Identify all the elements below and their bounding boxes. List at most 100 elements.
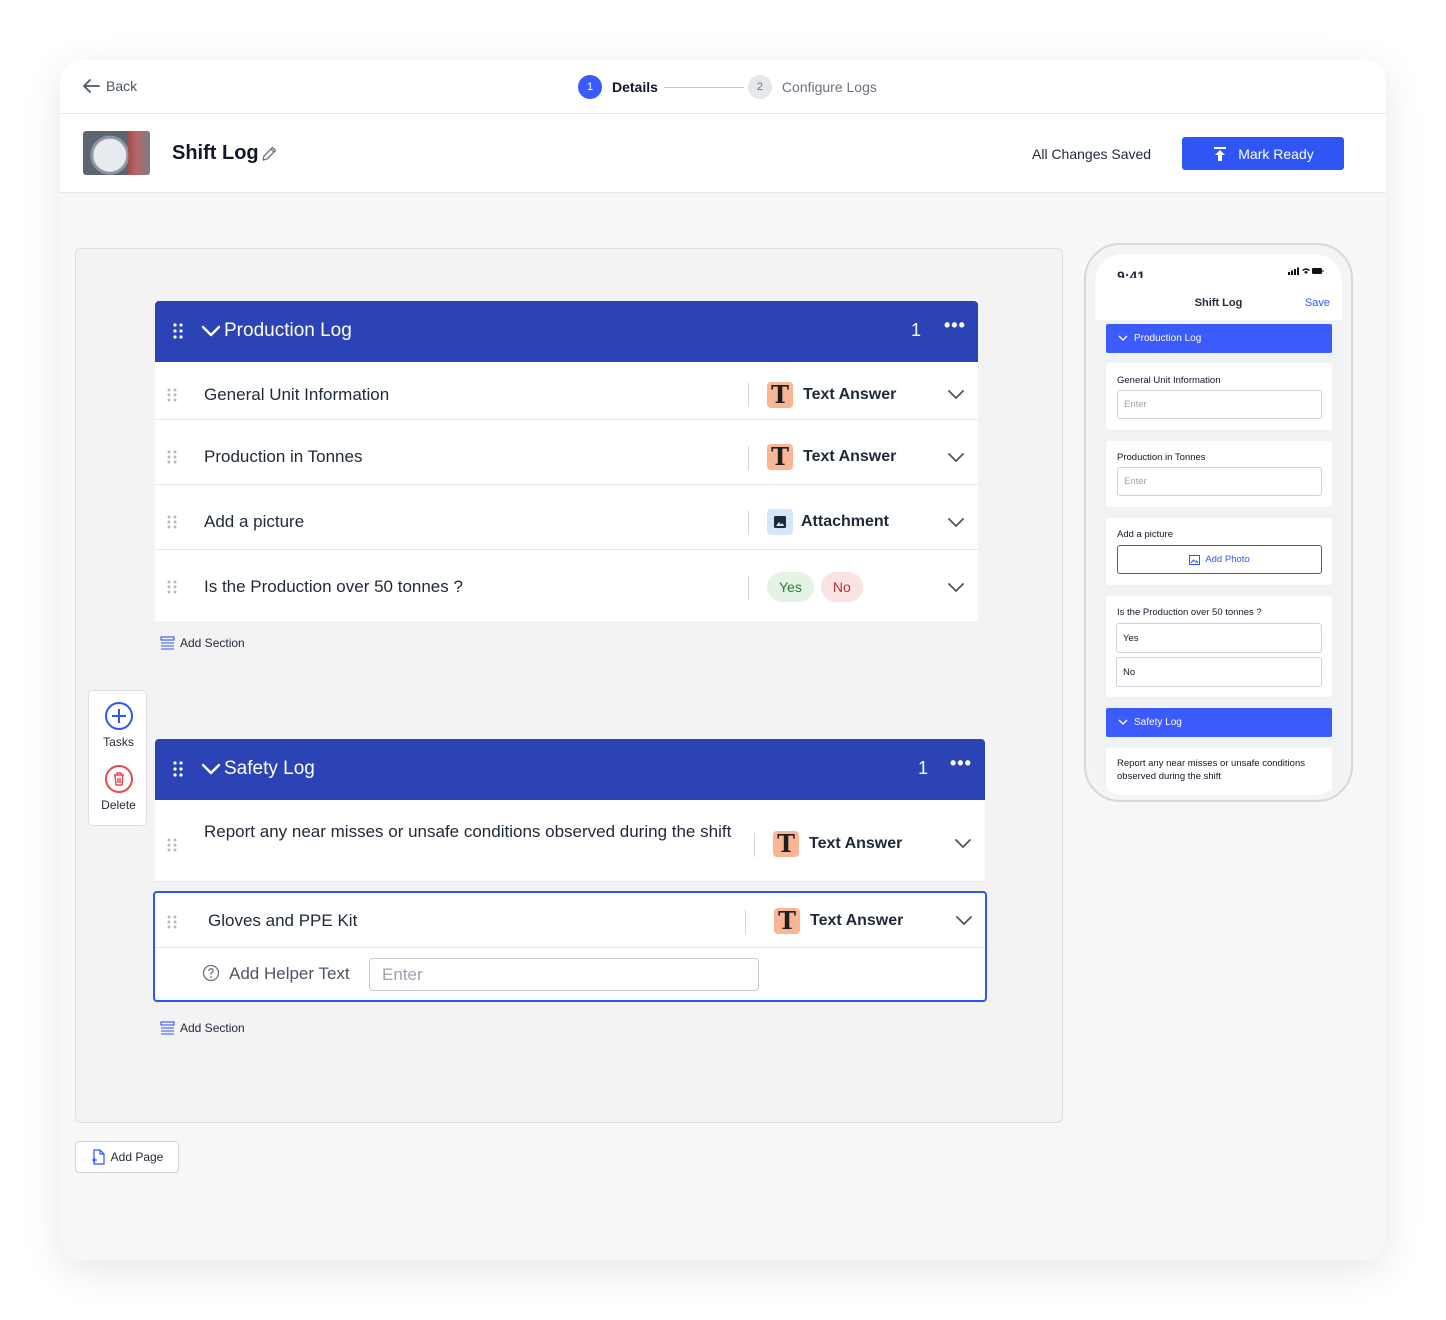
response-type-select[interactable]: T Text Answer — [774, 908, 903, 934]
divider — [748, 383, 749, 407]
save-status: All Changes Saved — [1032, 146, 1152, 162]
mobile-add-photo-label: Add Photo — [1205, 554, 1250, 565]
add-page-button[interactable]: Add Page — [75, 1141, 179, 1173]
helper-text-input[interactable]: Enter — [369, 958, 759, 991]
option-yes[interactable]: Yes — [767, 572, 814, 602]
response-type-label: Text Answer — [809, 835, 903, 852]
question-text[interactable]: Gloves and PPE Kit — [208, 909, 357, 933]
add-section-button[interactable]: Add Section — [160, 636, 245, 650]
chevron-down-icon[interactable] — [201, 325, 221, 338]
status-icons — [1288, 267, 1324, 275]
section-safety-log: Safety Log 1 ••• Report any near misses … — [153, 739, 987, 1003]
text-answer-icon: T — [767, 382, 793, 408]
mobile-section-safety-log[interactable]: Safety Log — [1106, 708, 1332, 737]
drag-handle-icon[interactable] — [167, 515, 177, 529]
mark-ready-label: Mark Ready — [1238, 145, 1314, 162]
chevron-down-icon — [1118, 335, 1128, 341]
section-header[interactable]: Production Log 1 ••• — [155, 301, 978, 362]
drag-handle-icon[interactable] — [167, 915, 177, 929]
chevron-down-icon[interactable] — [956, 916, 972, 926]
top-bar: Back 1 Details 2 Configure Logs — [60, 60, 1386, 114]
arrow-left-icon — [83, 79, 100, 93]
step-2-number[interactable]: 2 — [747, 75, 772, 99]
divider — [155, 947, 985, 948]
section-count: 1 — [911, 320, 922, 340]
delete-button[interactable]: Delete — [89, 764, 148, 812]
chevron-down-icon[interactable] — [201, 763, 221, 776]
section-count: 1 — [918, 758, 929, 778]
mobile-option-no[interactable]: No — [1116, 657, 1322, 687]
question-text[interactable]: Report any near misses or unsafe conditi… — [204, 820, 744, 844]
trash-icon — [104, 765, 133, 793]
tasks-button[interactable]: Tasks — [89, 701, 148, 749]
question-text[interactable]: General Unit Information — [204, 383, 389, 407]
mobile-section-title: Production Log — [1134, 333, 1202, 344]
text-answer-icon: T — [767, 444, 793, 470]
drag-handle-icon[interactable] — [167, 450, 177, 464]
section-header[interactable]: Safety Log 1 ••• — [155, 739, 985, 800]
response-type-select[interactable]: T Text Answer — [767, 382, 896, 408]
pencil-icon[interactable] — [260, 145, 278, 163]
mobile-field-card: Is the Production over 50 tonnes ? Yes N… — [1106, 596, 1332, 697]
drag-handle-icon[interactable] — [167, 580, 177, 594]
drag-handle-icon[interactable] — [167, 388, 177, 402]
drag-handle-icon[interactable] — [173, 761, 183, 777]
text-answer-icon: T — [773, 831, 799, 857]
side-toolbar: Tasks Delete — [88, 690, 147, 826]
mark-ready-button[interactable]: Mark Ready — [1182, 137, 1344, 170]
back-button[interactable]: Back — [82, 78, 137, 94]
step-details[interactable]: Details — [612, 79, 658, 95]
section-title: Production Log — [224, 320, 352, 341]
mobile-field-card: Report any near misses or unsafe conditi… — [1106, 748, 1332, 795]
more-icon[interactable]: ••• — [944, 315, 966, 336]
mobile-section-production-log[interactable]: Production Log — [1106, 324, 1332, 353]
mobile-section-title: Safety Log — [1134, 717, 1182, 728]
tasks-label: Tasks — [103, 735, 134, 749]
question-text[interactable]: Is the Production over 50 tonnes ? — [204, 575, 463, 599]
divider — [748, 511, 749, 535]
mobile-save-button[interactable]: Save — [1305, 297, 1330, 309]
mobile-field-label: Report any near misses or unsafe conditi… — [1117, 758, 1305, 782]
drag-handle-icon[interactable] — [173, 323, 183, 339]
mobile-field-card: Add a picture Add Photo — [1106, 518, 1332, 585]
question-row-selected[interactable]: Gloves and PPE Kit T Text Answer Add Hel… — [153, 891, 987, 1002]
builder-canvas: Production Log 1 ••• General Unit Inform… — [75, 248, 1063, 1123]
chevron-down-icon[interactable] — [955, 839, 971, 849]
response-type-select[interactable]: T Text Answer — [767, 444, 896, 470]
mobile-field-label: Is the Production over 50 tonnes ? — [1117, 607, 1262, 618]
chevron-down-icon[interactable] — [948, 583, 964, 593]
mobile-text-input[interactable]: Enter — [1117, 390, 1322, 419]
section-production-log: Production Log 1 ••• General Unit Inform… — [155, 301, 978, 621]
mobile-preview: 9:41 Shift Log Save Production Log Gener… — [1084, 243, 1353, 802]
mobile-text-input[interactable]: Enter — [1117, 467, 1322, 496]
drag-handle-icon[interactable] — [167, 838, 177, 852]
mobile-screen: 9:41 Shift Log Save Production Log Gener… — [1095, 254, 1342, 795]
chevron-down-icon[interactable] — [948, 518, 964, 528]
step-configure-logs[interactable]: Configure Logs — [782, 79, 877, 95]
question-row[interactable]: Report any near misses or unsafe conditi… — [155, 800, 985, 882]
chevron-down-icon[interactable] — [948, 453, 964, 463]
question-text[interactable]: Production in Tonnes — [204, 445, 362, 469]
more-icon[interactable]: ••• — [950, 753, 972, 774]
question-text[interactable]: Add a picture — [204, 510, 304, 534]
response-type-select[interactable]: Attachment — [767, 509, 889, 535]
step-1-number[interactable]: 1 — [578, 75, 602, 99]
response-options[interactable]: Yes No — [767, 572, 863, 602]
question-row[interactable]: Add a picture Attachment — [155, 485, 978, 550]
question-row[interactable]: Production in Tonnes T Text Answer — [155, 420, 978, 485]
divider — [748, 446, 749, 470]
question-row[interactable]: Is the Production over 50 tonnes ? Yes N… — [155, 550, 978, 615]
add-section-icon — [160, 636, 175, 650]
mobile-add-photo-button[interactable]: Add Photo — [1117, 545, 1322, 574]
text-answer-icon: T — [774, 908, 800, 934]
option-no[interactable]: No — [820, 572, 863, 602]
divider — [748, 576, 749, 600]
mobile-option-yes[interactable]: Yes — [1116, 623, 1322, 653]
mobile-header: 9:41 Shift Log Save — [1095, 254, 1342, 320]
chevron-down-icon[interactable] — [948, 390, 964, 400]
question-row[interactable]: General Unit Information T Text Answer — [155, 362, 978, 420]
add-section-label: Add Section — [180, 636, 245, 650]
response-type-select[interactable]: T Text Answer — [773, 831, 902, 857]
image-icon — [1189, 554, 1201, 565]
add-section-button[interactable]: Add Section — [160, 1021, 245, 1035]
